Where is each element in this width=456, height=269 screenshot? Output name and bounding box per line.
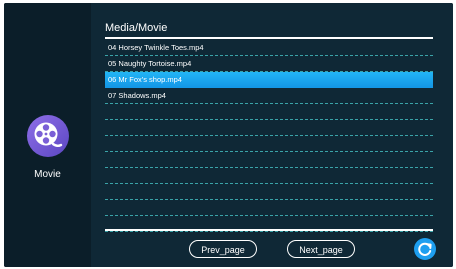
file-row[interactable]: 05 Naughty Tortoise.mp4 xyxy=(105,56,433,72)
title-divider xyxy=(105,37,433,39)
file-browser: Media/Movie 04 Horsey Twinkle Toes.mp4 0… xyxy=(91,3,453,267)
prev-page-button[interactable]: Prev_page xyxy=(189,240,257,258)
device-screen: Movie Media/Movie 04 Horsey Twinkle Toes… xyxy=(0,0,456,269)
footer-divider xyxy=(105,229,433,231)
file-list: 04 Horsey Twinkle Toes.mp4 05 Naughty To… xyxy=(105,40,433,232)
file-row-empty xyxy=(105,120,433,136)
file-row-empty xyxy=(105,168,433,184)
file-row[interactable]: 07 Shadows.mp4 xyxy=(105,88,433,104)
media-panel: Movie Media/Movie 04 Horsey Twinkle Toes… xyxy=(4,3,453,267)
file-name: 05 Naughty Tortoise.mp4 xyxy=(108,59,192,68)
file-row-selected[interactable]: 06 Mr Fox's shop.mp4 xyxy=(105,72,433,88)
file-name: 04 Horsey Twinkle Toes.mp4 xyxy=(108,43,204,52)
file-name: 07 Shadows.mp4 xyxy=(108,91,166,100)
file-name: 06 Mr Fox's shop.mp4 xyxy=(108,75,182,84)
refresh-icon xyxy=(418,242,432,256)
file-row[interactable]: 04 Horsey Twinkle Toes.mp4 xyxy=(105,40,433,56)
sidebar-movie-label: Movie xyxy=(34,169,61,180)
file-row-empty xyxy=(105,184,433,200)
sidebar: Movie xyxy=(4,3,91,267)
next-page-button[interactable]: Next_page xyxy=(287,240,355,258)
file-row-empty xyxy=(105,200,433,216)
file-row-empty xyxy=(105,136,433,152)
film-reel-icon[interactable] xyxy=(26,114,70,158)
file-row-empty xyxy=(105,152,433,168)
file-row-empty xyxy=(105,104,433,120)
refresh-button[interactable] xyxy=(414,238,436,260)
page-title: Media/Movie xyxy=(105,22,168,34)
